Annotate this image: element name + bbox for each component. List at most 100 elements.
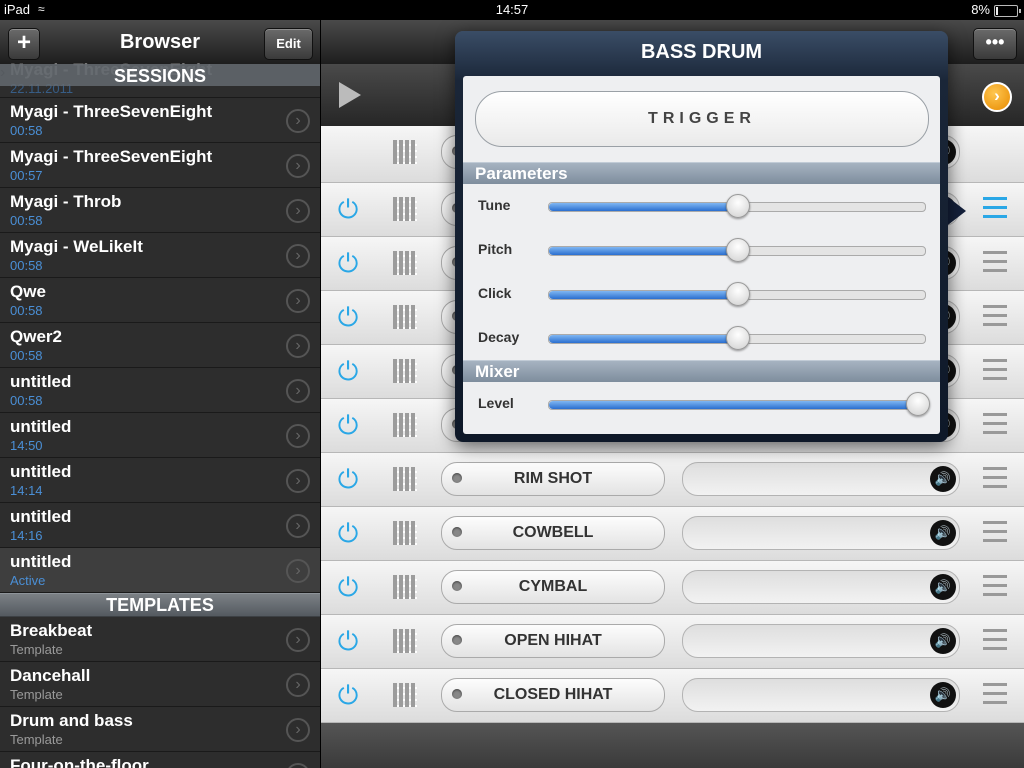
power-icon[interactable]: ⏻ <box>335 574 361 600</box>
volume-slider[interactable]: 🔊 <box>682 570 960 604</box>
slider-thumb[interactable] <box>726 326 750 350</box>
track-name-button[interactable]: CLOSED HIHAT <box>441 678 665 712</box>
pattern-grid-icon[interactable] <box>393 305 417 329</box>
item-subtitle: 00:58 <box>10 258 43 273</box>
volume-slider[interactable]: 🔊 <box>682 462 960 496</box>
chevron-right-icon[interactable]: › <box>286 673 310 697</box>
slider-track[interactable] <box>548 194 926 218</box>
list-item[interactable]: Myagi - WeLikeIt 00:58 › <box>0 233 320 278</box>
power-icon[interactable]: ⏻ <box>335 250 361 276</box>
list-item[interactable]: Myagi - ThreeSevenEight 00:57 › <box>0 143 320 188</box>
track-name-button[interactable]: RIM SHOT <box>441 462 665 496</box>
power-icon[interactable]: ⏻ <box>335 466 361 492</box>
menu-icon[interactable] <box>983 521 1007 543</box>
pattern-grid-icon[interactable] <box>393 413 417 437</box>
instrument-popover: BASS DRUM TRIGGER Parameters Tune Pitch Cl… <box>455 31 948 442</box>
list-item[interactable]: Myagi - ThreeSevenEight 00:58 › <box>0 98 320 143</box>
play-icon[interactable] <box>339 82 361 108</box>
chevron-right-icon[interactable]: › <box>286 109 310 133</box>
power-icon[interactable]: ⏻ <box>335 412 361 438</box>
pattern-grid-icon[interactable] <box>393 467 417 491</box>
power-icon[interactable]: ⏻ <box>335 682 361 708</box>
volume-slider[interactable]: 🔊 <box>682 624 960 658</box>
power-icon[interactable]: ⏻ <box>335 358 361 384</box>
slider-thumb[interactable] <box>726 194 750 218</box>
chevron-right-icon[interactable]: › <box>286 379 310 403</box>
list-item[interactable]: Qwe 00:58 › <box>0 278 320 323</box>
list-item[interactable]: Drum and bass Template › <box>0 707 320 752</box>
list-item[interactable]: untitled 00:58 › <box>0 368 320 413</box>
pattern-grid-icon[interactable] <box>393 140 417 164</box>
chevron-right-icon[interactable]: › <box>286 559 310 583</box>
pattern-grid-icon[interactable] <box>393 251 417 275</box>
menu-icon[interactable] <box>983 359 1007 381</box>
speaker-icon[interactable]: 🔊 <box>930 628 956 654</box>
slider-track[interactable] <box>548 392 931 416</box>
menu-icon[interactable] <box>983 197 1007 219</box>
menu-icon[interactable] <box>983 251 1007 273</box>
chevron-right-icon[interactable]: › <box>286 628 310 652</box>
edit-button[interactable]: Edit <box>264 28 313 60</box>
slider-track[interactable] <box>548 282 926 306</box>
track-name-button[interactable]: COWBELL <box>441 516 665 550</box>
volume-slider[interactable]: 🔊 <box>682 516 960 550</box>
pattern-grid-icon[interactable] <box>393 359 417 383</box>
power-icon[interactable]: ⏻ <box>335 304 361 330</box>
slider-track[interactable] <box>548 238 926 262</box>
speaker-icon[interactable]: 🔊 <box>930 682 956 708</box>
pattern-grid-icon[interactable] <box>393 521 417 545</box>
list-item[interactable]: Four-on-the-floor › <box>0 752 320 768</box>
menu-icon[interactable] <box>983 413 1007 435</box>
menu-icon[interactable] <box>983 629 1007 651</box>
slider-row-tune: Tune <box>463 184 940 228</box>
list-item[interactable]: untitled 14:14 › <box>0 458 320 503</box>
pattern-grid-icon[interactable] <box>393 575 417 599</box>
pattern-grid-icon[interactable] <box>393 197 417 221</box>
list-item[interactable]: Qwer2 00:58 › <box>0 323 320 368</box>
chevron-right-icon[interactable]: › <box>286 334 310 358</box>
speaker-icon[interactable]: 🔊 <box>930 466 956 492</box>
more-button[interactable]: ••• <box>973 28 1017 60</box>
menu-icon[interactable] <box>983 575 1007 597</box>
bottom-bar <box>321 723 1024 768</box>
track-name-button[interactable]: CYMBAL <box>441 570 665 604</box>
item-subtitle: 14:16 <box>10 528 43 543</box>
slider-thumb[interactable] <box>726 238 750 262</box>
speaker-icon[interactable]: 🔊 <box>930 520 956 546</box>
chevron-right-icon[interactable]: › <box>286 763 310 768</box>
list-item[interactable]: untitled 14:50 › <box>0 413 320 458</box>
menu-icon[interactable] <box>983 467 1007 489</box>
pattern-grid-icon[interactable] <box>393 683 417 707</box>
menu-icon[interactable] <box>983 683 1007 705</box>
power-icon[interactable]: ⏻ <box>335 628 361 654</box>
forward-icon[interactable]: › <box>982 82 1012 112</box>
trigger-button[interactable]: TRIGGER <box>475 91 929 147</box>
list-item[interactable]: untitled Active › <box>0 548 320 593</box>
chevron-right-icon[interactable]: › <box>286 718 310 742</box>
list-item[interactable]: Breakbeat Template › <box>0 617 320 662</box>
item-name: untitled <box>10 372 72 391</box>
chevron-right-icon[interactable]: › <box>286 469 310 493</box>
slider-row-pitch: Pitch <box>463 228 940 272</box>
speaker-icon[interactable]: 🔊 <box>930 574 956 600</box>
slider-thumb[interactable] <box>726 282 750 306</box>
chevron-right-icon[interactable]: › <box>286 514 310 538</box>
menu-icon[interactable] <box>983 305 1007 327</box>
chevron-right-icon[interactable]: › <box>286 154 310 178</box>
pattern-grid-icon[interactable] <box>393 629 417 653</box>
slider-track[interactable] <box>548 326 926 350</box>
chevron-right-icon[interactable]: › <box>286 424 310 448</box>
chevron-right-icon[interactable]: › <box>286 199 310 223</box>
list-item[interactable]: untitled 14:16 › <box>0 503 320 548</box>
item-name: Myagi - ThreeSevenEight <box>10 102 213 121</box>
list-item[interactable]: Dancehall Template › <box>0 662 320 707</box>
slider-thumb[interactable] <box>906 392 931 416</box>
volume-slider[interactable]: 🔊 <box>682 678 960 712</box>
track-name-button[interactable]: OPEN HIHAT <box>441 624 665 658</box>
list-item[interactable]: Myagi - ThreeSevenEight 22.11.2011 › SES… <box>0 60 320 98</box>
power-icon[interactable]: ⏻ <box>335 196 361 222</box>
power-icon[interactable]: ⏻ <box>335 520 361 546</box>
chevron-right-icon[interactable]: › <box>286 244 310 268</box>
list-item[interactable]: Myagi - Throb 00:58 › <box>0 188 320 233</box>
chevron-right-icon[interactable]: › <box>286 289 310 313</box>
